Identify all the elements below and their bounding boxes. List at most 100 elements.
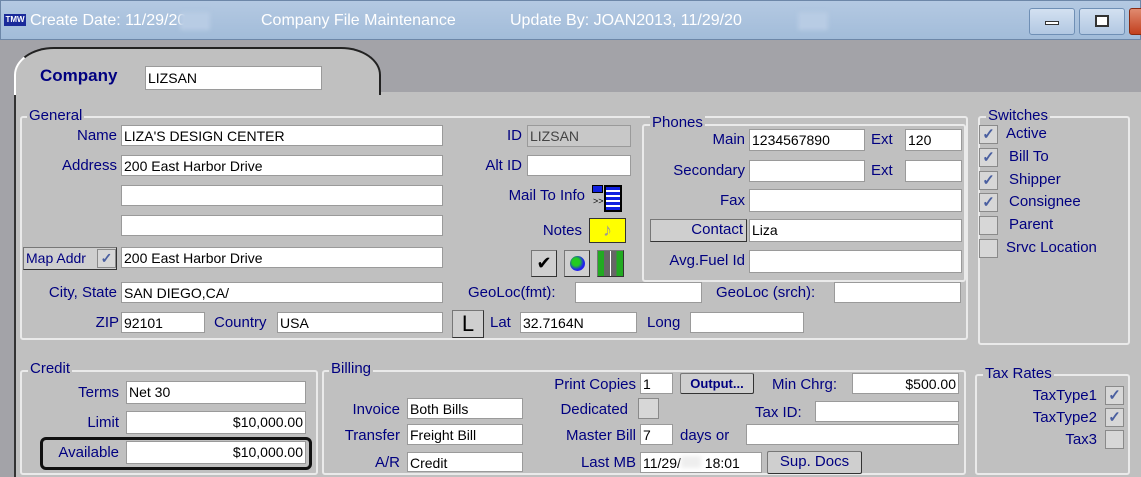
sup-docs-button[interactable]: Sup. Docs xyxy=(767,451,862,474)
dedicated-label: Dedicated xyxy=(560,401,628,418)
address3-input[interactable] xyxy=(121,215,443,236)
name-input[interactable]: LIZA'S DESIGN CENTER xyxy=(121,125,443,146)
alt-id-label: Alt ID xyxy=(485,157,522,174)
limit-input[interactable]: $10,000.00 xyxy=(126,411,306,434)
tax-checkbox[interactable] xyxy=(1105,430,1124,449)
window-title: Company File Maintenance xyxy=(261,12,456,29)
maximize-button[interactable] xyxy=(1079,8,1125,35)
app-logo-icon: TMW xyxy=(4,14,26,26)
limit-label: Limit xyxy=(87,414,119,431)
country-input[interactable]: USA xyxy=(277,312,443,333)
map-addr-button[interactable]: Map Addr ✓ xyxy=(23,247,117,270)
create-date: Create Date: 11/29/20 xyxy=(30,12,187,29)
map-addr-label: Map Addr xyxy=(26,250,86,266)
output-button[interactable]: Output... xyxy=(680,373,754,394)
print-copies-input[interactable]: 1 xyxy=(640,373,673,394)
ext-label: Ext xyxy=(871,131,893,148)
master-bill-input[interactable]: 7 xyxy=(640,424,673,445)
notes-label: Notes xyxy=(542,222,582,239)
switch-checkbox[interactable]: ✓ xyxy=(979,193,998,213)
tax-label: Tax3 xyxy=(1065,431,1097,448)
last-mb-input[interactable]: 11/29/ 18:01 xyxy=(640,452,762,473)
dedicated-checkbox[interactable] xyxy=(638,398,659,419)
terms-input[interactable]: Net 30 xyxy=(126,381,306,404)
main-phone-label: Main xyxy=(712,131,745,148)
min-chrg-input[interactable]: $500.00 xyxy=(852,373,959,394)
switch-label: Active xyxy=(1006,125,1047,142)
long-label: Long xyxy=(647,314,681,331)
address2-input[interactable] xyxy=(121,185,443,206)
tax-label: TaxType2 xyxy=(1032,409,1097,426)
geoloc-fmt-input[interactable] xyxy=(575,282,702,303)
switch-label: Consignee xyxy=(1009,193,1081,211)
avg-fuel-label: Avg.Fuel Id xyxy=(669,252,745,269)
company-label: Company xyxy=(40,66,118,85)
l-button[interactable]: L xyxy=(452,310,484,338)
invoice-input[interactable]: Both Bills xyxy=(407,398,523,419)
tax-checkbox[interactable]: ✓ xyxy=(1105,386,1124,405)
secondary-ext-input[interactable] xyxy=(905,160,962,182)
redacted-text xyxy=(180,12,210,30)
id-input: LIZSAN xyxy=(527,125,631,147)
mail-to-label: Mail To Info xyxy=(508,187,585,204)
address1-input[interactable]: 200 East Harbor Drive xyxy=(121,155,443,176)
contact-input[interactable]: Liza xyxy=(749,219,962,242)
last-mb-label: Last MB xyxy=(580,454,636,471)
check-icon[interactable]: ✔ xyxy=(531,250,557,277)
main-ext-input[interactable]: 120 xyxy=(905,129,962,151)
zip-input[interactable]: 92101 xyxy=(121,312,205,333)
ar-input[interactable]: Credit xyxy=(407,452,523,472)
secondary-phone-input[interactable] xyxy=(749,160,865,182)
map-address-input[interactable]: 200 East Harbor Drive xyxy=(121,247,443,268)
tax-label: TaxType1 xyxy=(1032,387,1097,404)
road-icon[interactable] xyxy=(597,250,624,277)
switch-checkbox[interactable]: ✓ xyxy=(979,170,998,190)
switch-label: Parent xyxy=(1009,216,1054,234)
switch-checkbox[interactable]: ✓ xyxy=(979,125,998,144)
redacted-text xyxy=(798,12,828,30)
lat-label: Lat xyxy=(490,314,511,331)
transfer-input[interactable]: Freight Bill xyxy=(407,424,523,445)
notes-icon[interactable]: ♪ xyxy=(589,218,626,243)
fax-label: Fax xyxy=(719,192,745,209)
switch-checkbox[interactable] xyxy=(979,216,998,236)
mail-to-icon[interactable]: >> xyxy=(592,185,626,214)
min-chrg-label: Min Chrg: xyxy=(772,376,838,393)
tax-rates-legend: Tax Rates xyxy=(983,365,1054,382)
city-state-label: City, State xyxy=(48,284,117,301)
geoloc-srch-input[interactable] xyxy=(834,282,961,303)
switch-label: Srvc Location xyxy=(1006,239,1097,256)
avg-fuel-input[interactable] xyxy=(749,250,962,273)
globe-icon[interactable] xyxy=(564,250,590,277)
invoice-label: Invoice xyxy=(352,401,400,418)
days-or-input[interactable] xyxy=(746,424,959,445)
switches-group xyxy=(978,116,1130,345)
tax-checkbox[interactable]: ✓ xyxy=(1105,408,1124,427)
switch-checkbox[interactable]: ✓ xyxy=(979,147,998,167)
city-state-input[interactable]: SAN DIEGO,CA/ xyxy=(121,282,443,303)
switch-checkbox[interactable] xyxy=(979,239,998,258)
long-input[interactable] xyxy=(690,312,804,333)
geoloc-srch-label: GeoLoc (srch): xyxy=(716,284,816,301)
tax-id-input[interactable] xyxy=(815,401,959,422)
id-label: ID xyxy=(507,127,522,144)
tax-id-label: Tax ID: xyxy=(755,404,802,421)
secondary-phone-label: Secondary xyxy=(673,162,745,179)
company-input[interactable]: LIZSAN xyxy=(145,66,322,90)
available-input: $10,000.00 xyxy=(126,441,306,464)
map-addr-checkbox[interactable]: ✓ xyxy=(97,249,116,268)
main-phone-input[interactable]: 1234567890 xyxy=(749,129,865,151)
switch-label: Shipper xyxy=(1009,170,1061,188)
last-mb-date: 11/29/ xyxy=(643,455,681,471)
close-button[interactable] xyxy=(1129,8,1141,35)
general-legend: General xyxy=(27,107,85,124)
contact-button[interactable]: Contact xyxy=(650,219,747,242)
billing-legend: Billing xyxy=(329,360,374,377)
alt-id-input[interactable] xyxy=(527,155,631,176)
fax-input[interactable] xyxy=(749,189,962,212)
last-mb-time: 18:01 xyxy=(704,455,740,471)
country-label: Country xyxy=(214,314,267,331)
lat-input[interactable]: 32.7164N xyxy=(520,312,637,333)
available-label: Available xyxy=(58,444,119,461)
minimize-button[interactable] xyxy=(1029,8,1075,35)
